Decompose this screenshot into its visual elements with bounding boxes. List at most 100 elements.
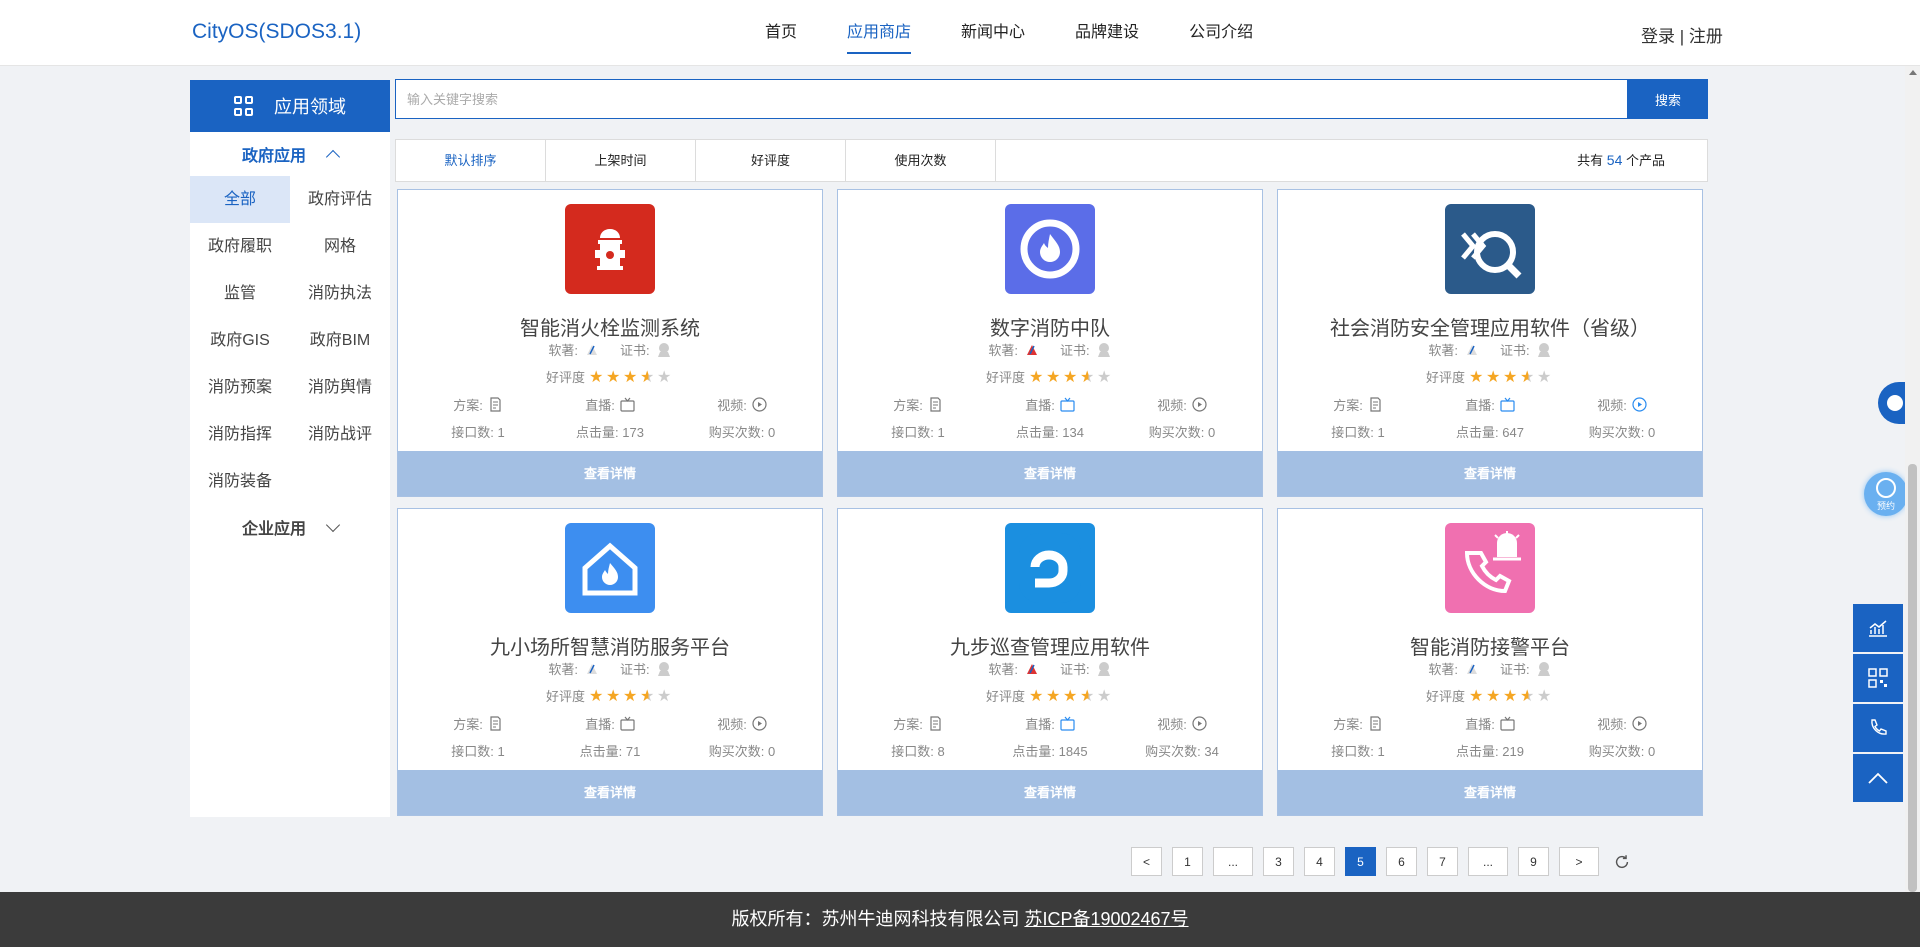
stats-button[interactable]: [1853, 604, 1903, 652]
product-title[interactable]: 九步巡查管理应用软件: [838, 631, 1262, 660]
page-button[interactable]: 3: [1263, 847, 1294, 876]
nine-step-icon[interactable]: [1005, 523, 1095, 613]
live-item[interactable]: 直播:: [1424, 714, 1556, 733]
scroll-up-arrow[interactable]: [1909, 70, 1917, 75]
page-ellipsis[interactable]: ...: [1468, 847, 1508, 876]
plan-item[interactable]: 方案:: [1292, 714, 1424, 733]
plan-item[interactable]: 方案:: [412, 714, 544, 733]
category-item[interactable]: 消防预案: [190, 364, 290, 411]
prev-page-button[interactable]: <: [1131, 847, 1162, 876]
search-button[interactable]: 搜索: [1628, 79, 1708, 119]
product-title[interactable]: 九小场所智慧消防服务平台: [398, 631, 822, 660]
video-item[interactable]: 视频:: [1116, 395, 1248, 414]
page-button[interactable]: 6: [1386, 847, 1417, 876]
next-page-button[interactable]: >: [1559, 847, 1599, 876]
api-label: 接口数:: [451, 744, 494, 759]
clicks-label: 点击量:: [1456, 744, 1499, 759]
view-detail-button[interactable]: 查看详情: [838, 770, 1262, 815]
group-enterprise[interactable]: 企业应用: [190, 505, 390, 549]
live-tv-icon: [620, 716, 635, 731]
category-item-all[interactable]: 全部: [190, 176, 290, 223]
online-chat-icon[interactable]: [1878, 382, 1906, 424]
software-seal-icon: [587, 344, 597, 355]
stats-row: 接口数: 1 点击量: 219 购买次数: 0: [1278, 741, 1702, 760]
register-link[interactable]: 注册: [1689, 27, 1723, 46]
category-item[interactable]: 消防指挥: [190, 411, 290, 458]
video-item[interactable]: 视频:: [1556, 714, 1688, 733]
page-button[interactable]: 9: [1518, 847, 1549, 876]
video-item[interactable]: 视频:: [1116, 714, 1248, 733]
search-input[interactable]: [395, 79, 1628, 119]
back-to-top-button[interactable]: [1853, 754, 1903, 802]
nav-app-store[interactable]: 应用商店: [822, 0, 936, 66]
clock-icon: [1876, 478, 1896, 498]
plan-item[interactable]: 方案:: [1292, 395, 1424, 414]
live-item[interactable]: 直播:: [544, 714, 676, 733]
view-detail-button[interactable]: 查看详情: [398, 770, 822, 815]
qrcode-button[interactable]: [1853, 654, 1903, 702]
category-item[interactable]: 消防战评: [290, 411, 390, 458]
phone-button[interactable]: [1853, 704, 1903, 752]
category-item[interactable]: 政府GIS: [190, 317, 290, 364]
social-fire-safety-icon[interactable]: [1445, 204, 1535, 294]
page-button-current[interactable]: 5: [1345, 847, 1376, 876]
page-button[interactable]: 1: [1172, 847, 1203, 876]
appointment-button[interactable]: 预约: [1864, 472, 1908, 516]
video-item[interactable]: 视频:: [1556, 395, 1688, 414]
product-title[interactable]: 智能消防接警平台: [1278, 631, 1702, 660]
scroll-thumb[interactable]: [1908, 464, 1917, 892]
nav-home[interactable]: 首页: [740, 0, 822, 66]
view-detail-button[interactable]: 查看详情: [398, 451, 822, 496]
product-title[interactable]: 智能消火栓监测系统: [398, 312, 822, 341]
product-title[interactable]: 数字消防中队: [838, 312, 1262, 341]
document-icon: [930, 716, 941, 731]
view-detail-button[interactable]: 查看详情: [1278, 770, 1702, 815]
fire-hydrant-icon[interactable]: [565, 204, 655, 294]
page-button[interactable]: 7: [1427, 847, 1458, 876]
nav-brand[interactable]: 品牌建设: [1050, 0, 1164, 66]
software-seal-icon: [587, 663, 597, 674]
floating-toolbar: [1853, 604, 1903, 804]
category-item[interactable]: 消防执法: [290, 270, 390, 317]
category-item[interactable]: 监管: [190, 270, 290, 317]
live-item[interactable]: 直播:: [1424, 395, 1556, 414]
category-item[interactable]: 消防装备: [190, 458, 290, 505]
soft-label: 软著:: [988, 343, 1018, 358]
site-logo[interactable]: CityOS(SDOS3.1): [192, 20, 361, 44]
page-button[interactable]: 4: [1304, 847, 1335, 876]
nav-company[interactable]: 公司介绍: [1164, 0, 1278, 66]
sort-default[interactable]: 默认排序: [396, 140, 546, 181]
refresh-icon[interactable]: [1613, 853, 1631, 871]
category-item[interactable]: 政府BIM: [290, 317, 390, 364]
plan-item[interactable]: 方案:: [852, 395, 984, 414]
view-detail-button[interactable]: 查看详情: [838, 451, 1262, 496]
live-label: 直播:: [585, 398, 615, 413]
category-item[interactable]: 网格: [290, 223, 390, 270]
product-title[interactable]: 社会消防安全管理应用软件（省级）: [1278, 312, 1702, 341]
video-item[interactable]: 视频:: [676, 714, 808, 733]
nav-news[interactable]: 新闻中心: [936, 0, 1050, 66]
sort-rating[interactable]: 好评度: [696, 140, 846, 181]
sort-usage[interactable]: 使用次数: [846, 140, 996, 181]
login-link[interactable]: 登录: [1641, 27, 1675, 46]
rating-star: ★: [640, 687, 657, 704]
page-scrollbar[interactable]: [1905, 66, 1920, 892]
view-detail-button[interactable]: 查看详情: [1278, 451, 1702, 496]
category-item[interactable]: 消防舆情: [290, 364, 390, 411]
group-government[interactable]: 政府应用: [190, 132, 390, 176]
page-ellipsis[interactable]: ...: [1213, 847, 1253, 876]
live-item[interactable]: 直播:: [544, 395, 676, 414]
plan-item[interactable]: 方案:: [412, 395, 544, 414]
house-fire-icon[interactable]: [565, 523, 655, 613]
plan-item[interactable]: 方案:: [852, 714, 984, 733]
icp-link[interactable]: 苏ICP备19002467号: [1024, 909, 1188, 929]
category-item[interactable]: 政府评估: [290, 176, 390, 223]
category-item[interactable]: 政府履职: [190, 223, 290, 270]
live-item[interactable]: 直播:: [984, 714, 1116, 733]
live-item[interactable]: 直播:: [984, 395, 1116, 414]
video-item[interactable]: 视频:: [676, 395, 808, 414]
fire-brigade-icon[interactable]: [1005, 204, 1095, 294]
sort-listing-time[interactable]: 上架时间: [546, 140, 696, 181]
total-count: 54: [1606, 152, 1623, 168]
alarm-call-icon[interactable]: [1445, 523, 1535, 613]
